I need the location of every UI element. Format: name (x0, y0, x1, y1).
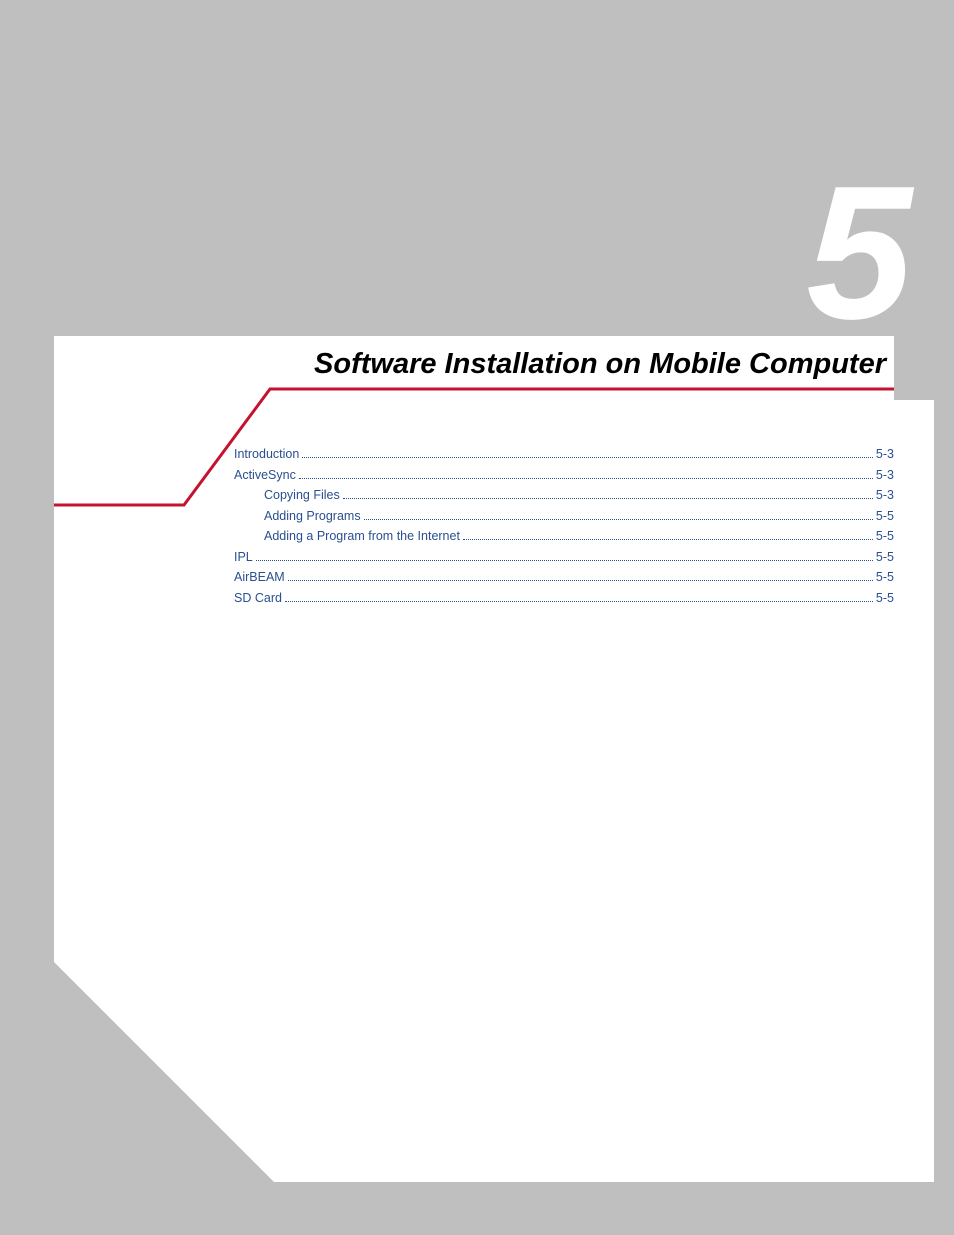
toc-leader-dots (463, 531, 873, 540)
toc-leader-dots (285, 593, 873, 602)
toc-page-number: 5-5 (876, 528, 894, 546)
toc-entry[interactable]: Introduction 5-3 (234, 446, 894, 464)
toc-page-number: 5-3 (876, 446, 894, 464)
toc-leader-dots (364, 511, 873, 520)
toc-leader-dots (302, 449, 873, 458)
toc-label: IPL (234, 549, 253, 567)
toc-page-number: 5-3 (876, 487, 894, 505)
toc-leader-dots (299, 470, 873, 479)
table-of-contents: Introduction5-3ActiveSync5-3Copying File… (234, 446, 894, 610)
toc-label: ActiveSync (234, 467, 296, 485)
toc-page-number: 5-5 (876, 549, 894, 567)
page: 5 Software Installation on Mobile Comput… (54, 48, 934, 1182)
toc-leader-dots (256, 552, 873, 561)
toc-page-number: 5-5 (876, 569, 894, 587)
toc-label: Adding a Program from the Internet (264, 528, 460, 546)
toc-label: AirBEAM (234, 569, 285, 587)
toc-label: SD Card (234, 590, 282, 608)
toc-leader-dots (288, 572, 873, 581)
toc-page-number: 5-5 (876, 590, 894, 608)
toc-page-number: 5-3 (876, 467, 894, 485)
toc-page-number: 5-5 (876, 508, 894, 526)
toc-entry[interactable]: ActiveSync 5-3 (234, 467, 894, 485)
toc-leader-dots (343, 490, 873, 499)
footer-gray-triangle (54, 962, 274, 1182)
toc-entry[interactable]: AirBEAM 5-5 (234, 569, 894, 587)
toc-entry[interactable]: Adding a Program from the Internet 5-5 (234, 528, 894, 546)
toc-label: Adding Programs (264, 508, 361, 526)
toc-entry[interactable]: Adding Programs 5-5 (234, 508, 894, 526)
toc-entry[interactable]: Copying Files 5-3 (234, 487, 894, 505)
toc-label: Introduction (234, 446, 299, 464)
toc-entry[interactable]: IPL 5-5 (234, 549, 894, 567)
toc-label: Copying Files (264, 487, 340, 505)
toc-entry[interactable]: SD Card 5-5 (234, 590, 894, 608)
